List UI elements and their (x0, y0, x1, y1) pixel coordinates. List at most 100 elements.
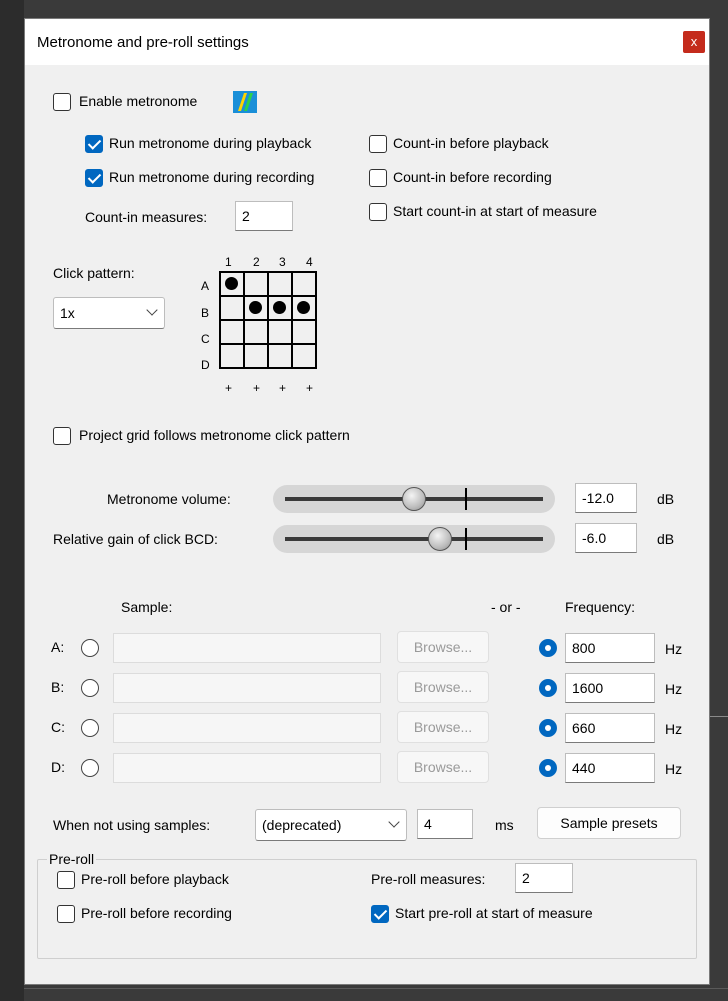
countin-playback-checkbox[interactable] (369, 135, 387, 153)
sample-radio[interactable] (81, 719, 99, 737)
volume-slider[interactable] (273, 485, 555, 513)
sample-row-label: C: (51, 719, 65, 735)
enable-metronome-checkbox[interactable] (53, 93, 71, 111)
grid-row-header: C (201, 332, 210, 346)
grid-cell[interactable] (219, 295, 245, 321)
hz-label: Hz (665, 641, 683, 657)
click-pattern-select[interactable]: 1x (53, 297, 165, 329)
grid-cell[interactable] (291, 343, 317, 369)
sample-radio[interactable] (81, 759, 99, 777)
or-label: - or - (491, 599, 521, 615)
grid-cell[interactable] (243, 343, 269, 369)
background-divider (0, 988, 728, 989)
sample-path-input[interactable] (113, 633, 381, 663)
frequency-input[interactable]: 660 (565, 713, 655, 743)
browse-button[interactable]: Browse... (397, 751, 489, 783)
ms-input[interactable]: 4 (417, 809, 473, 839)
countin-start-measure-checkbox[interactable] (369, 203, 387, 221)
sample-header: Sample: (121, 599, 173, 615)
sample-mode-value: (deprecated) (262, 817, 342, 833)
gain-thumb[interactable] (427, 527, 452, 551)
volume-thumb[interactable] (402, 487, 426, 511)
grid-cell[interactable] (219, 343, 245, 369)
grid-cell[interactable] (219, 319, 245, 345)
frequency-radio[interactable] (539, 759, 557, 777)
grid-plus[interactable]: + (225, 381, 232, 395)
run-recording-checkbox[interactable] (85, 169, 103, 187)
grid-plus[interactable]: + (253, 381, 260, 395)
gain-slider[interactable] (273, 525, 555, 553)
gain-label: Relative gain of click BCD: (53, 531, 218, 547)
countin-measures-input[interactable]: 2 (235, 201, 293, 231)
grid-row (219, 271, 317, 297)
sample-presets-button[interactable]: Sample presets (537, 807, 681, 839)
preroll-start-measure-checkbox[interactable] (371, 905, 389, 923)
grid-row-header: D (201, 358, 210, 372)
countin-recording-checkbox[interactable] (369, 169, 387, 187)
grid-row-header: A (201, 279, 210, 293)
grid-cell[interactable] (219, 271, 245, 297)
grid-cell[interactable] (267, 271, 293, 297)
sample-row-label: B: (51, 679, 65, 695)
grid-cell[interactable] (243, 319, 269, 345)
countin-recording-label: Count-in before recording (393, 169, 552, 185)
grid-row (219, 343, 317, 369)
countin-start-measure-label: Start count-in at start of measure (393, 203, 597, 219)
run-recording-label: Run metronome during recording (109, 169, 315, 185)
sample-path-input[interactable] (113, 673, 381, 703)
grid-cell[interactable] (243, 271, 269, 297)
preroll-playback-checkbox[interactable] (57, 871, 75, 889)
project-grid-label: Project grid follows metronome click pat… (79, 427, 350, 443)
sample-radio[interactable] (81, 639, 99, 657)
click-dot-icon (273, 301, 286, 314)
gain-center-tick (465, 528, 467, 550)
sample-radio[interactable] (81, 679, 99, 697)
sample-row-label: A: (51, 639, 65, 655)
ms-label: ms (495, 817, 514, 833)
hz-label: Hz (665, 761, 683, 777)
sample-mode-select[interactable]: (deprecated) (255, 809, 407, 841)
chevron-down-icon (146, 304, 158, 316)
grid-cell[interactable] (291, 271, 317, 297)
volume-center-tick (465, 488, 467, 510)
sample-path-input[interactable] (113, 713, 381, 743)
browse-button[interactable]: Browse... (397, 631, 489, 663)
grid-plus[interactable]: + (306, 381, 313, 395)
preroll-group-label: Pre-roll (47, 851, 97, 867)
close-icon: x (690, 34, 698, 49)
grid-cell[interactable] (291, 319, 317, 345)
grid-cell[interactable] (267, 343, 293, 369)
preroll-recording-checkbox[interactable] (57, 905, 75, 923)
volume-input[interactable]: -12.0 (575, 483, 637, 513)
frequency-input[interactable]: 1600 (565, 673, 655, 703)
countin-playback-label: Count-in before playback (393, 135, 549, 151)
sample-path-input[interactable] (113, 753, 381, 783)
frequency-input[interactable]: 440 (565, 753, 655, 783)
frequency-radio[interactable] (539, 679, 557, 697)
volume-unit: dB (657, 491, 675, 507)
browse-button[interactable]: Browse... (397, 711, 489, 743)
project-grid-checkbox[interactable] (53, 427, 71, 445)
grid-cell[interactable] (267, 319, 293, 345)
frequency-header: Frequency: (565, 599, 636, 615)
close-button[interactable]: x (683, 31, 705, 53)
frequency-input[interactable]: 800 (565, 633, 655, 663)
gain-input[interactable]: -6.0 (575, 523, 637, 553)
hz-label: Hz (665, 721, 683, 737)
grid-plus[interactable]: + (279, 381, 286, 395)
preroll-measures-input[interactable]: 2 (515, 863, 573, 893)
grid-cell[interactable] (267, 295, 293, 321)
click-pattern-value: 1x (60, 305, 75, 321)
frequency-radio[interactable] (539, 639, 557, 657)
grid-cell[interactable] (243, 295, 269, 321)
metronome-color-icon[interactable] (233, 91, 257, 113)
browse-button[interactable]: Browse... (397, 671, 489, 703)
sample-row-label: D: (51, 759, 65, 775)
grid-cell[interactable] (291, 295, 317, 321)
click-dot-icon (297, 301, 310, 314)
frequency-radio[interactable] (539, 719, 557, 737)
title-bar: Metronome and pre-roll settings x (25, 19, 709, 65)
run-playback-checkbox[interactable] (85, 135, 103, 153)
volume-label: Metronome volume: (107, 491, 231, 507)
grid-column-header: 2 (253, 255, 260, 269)
